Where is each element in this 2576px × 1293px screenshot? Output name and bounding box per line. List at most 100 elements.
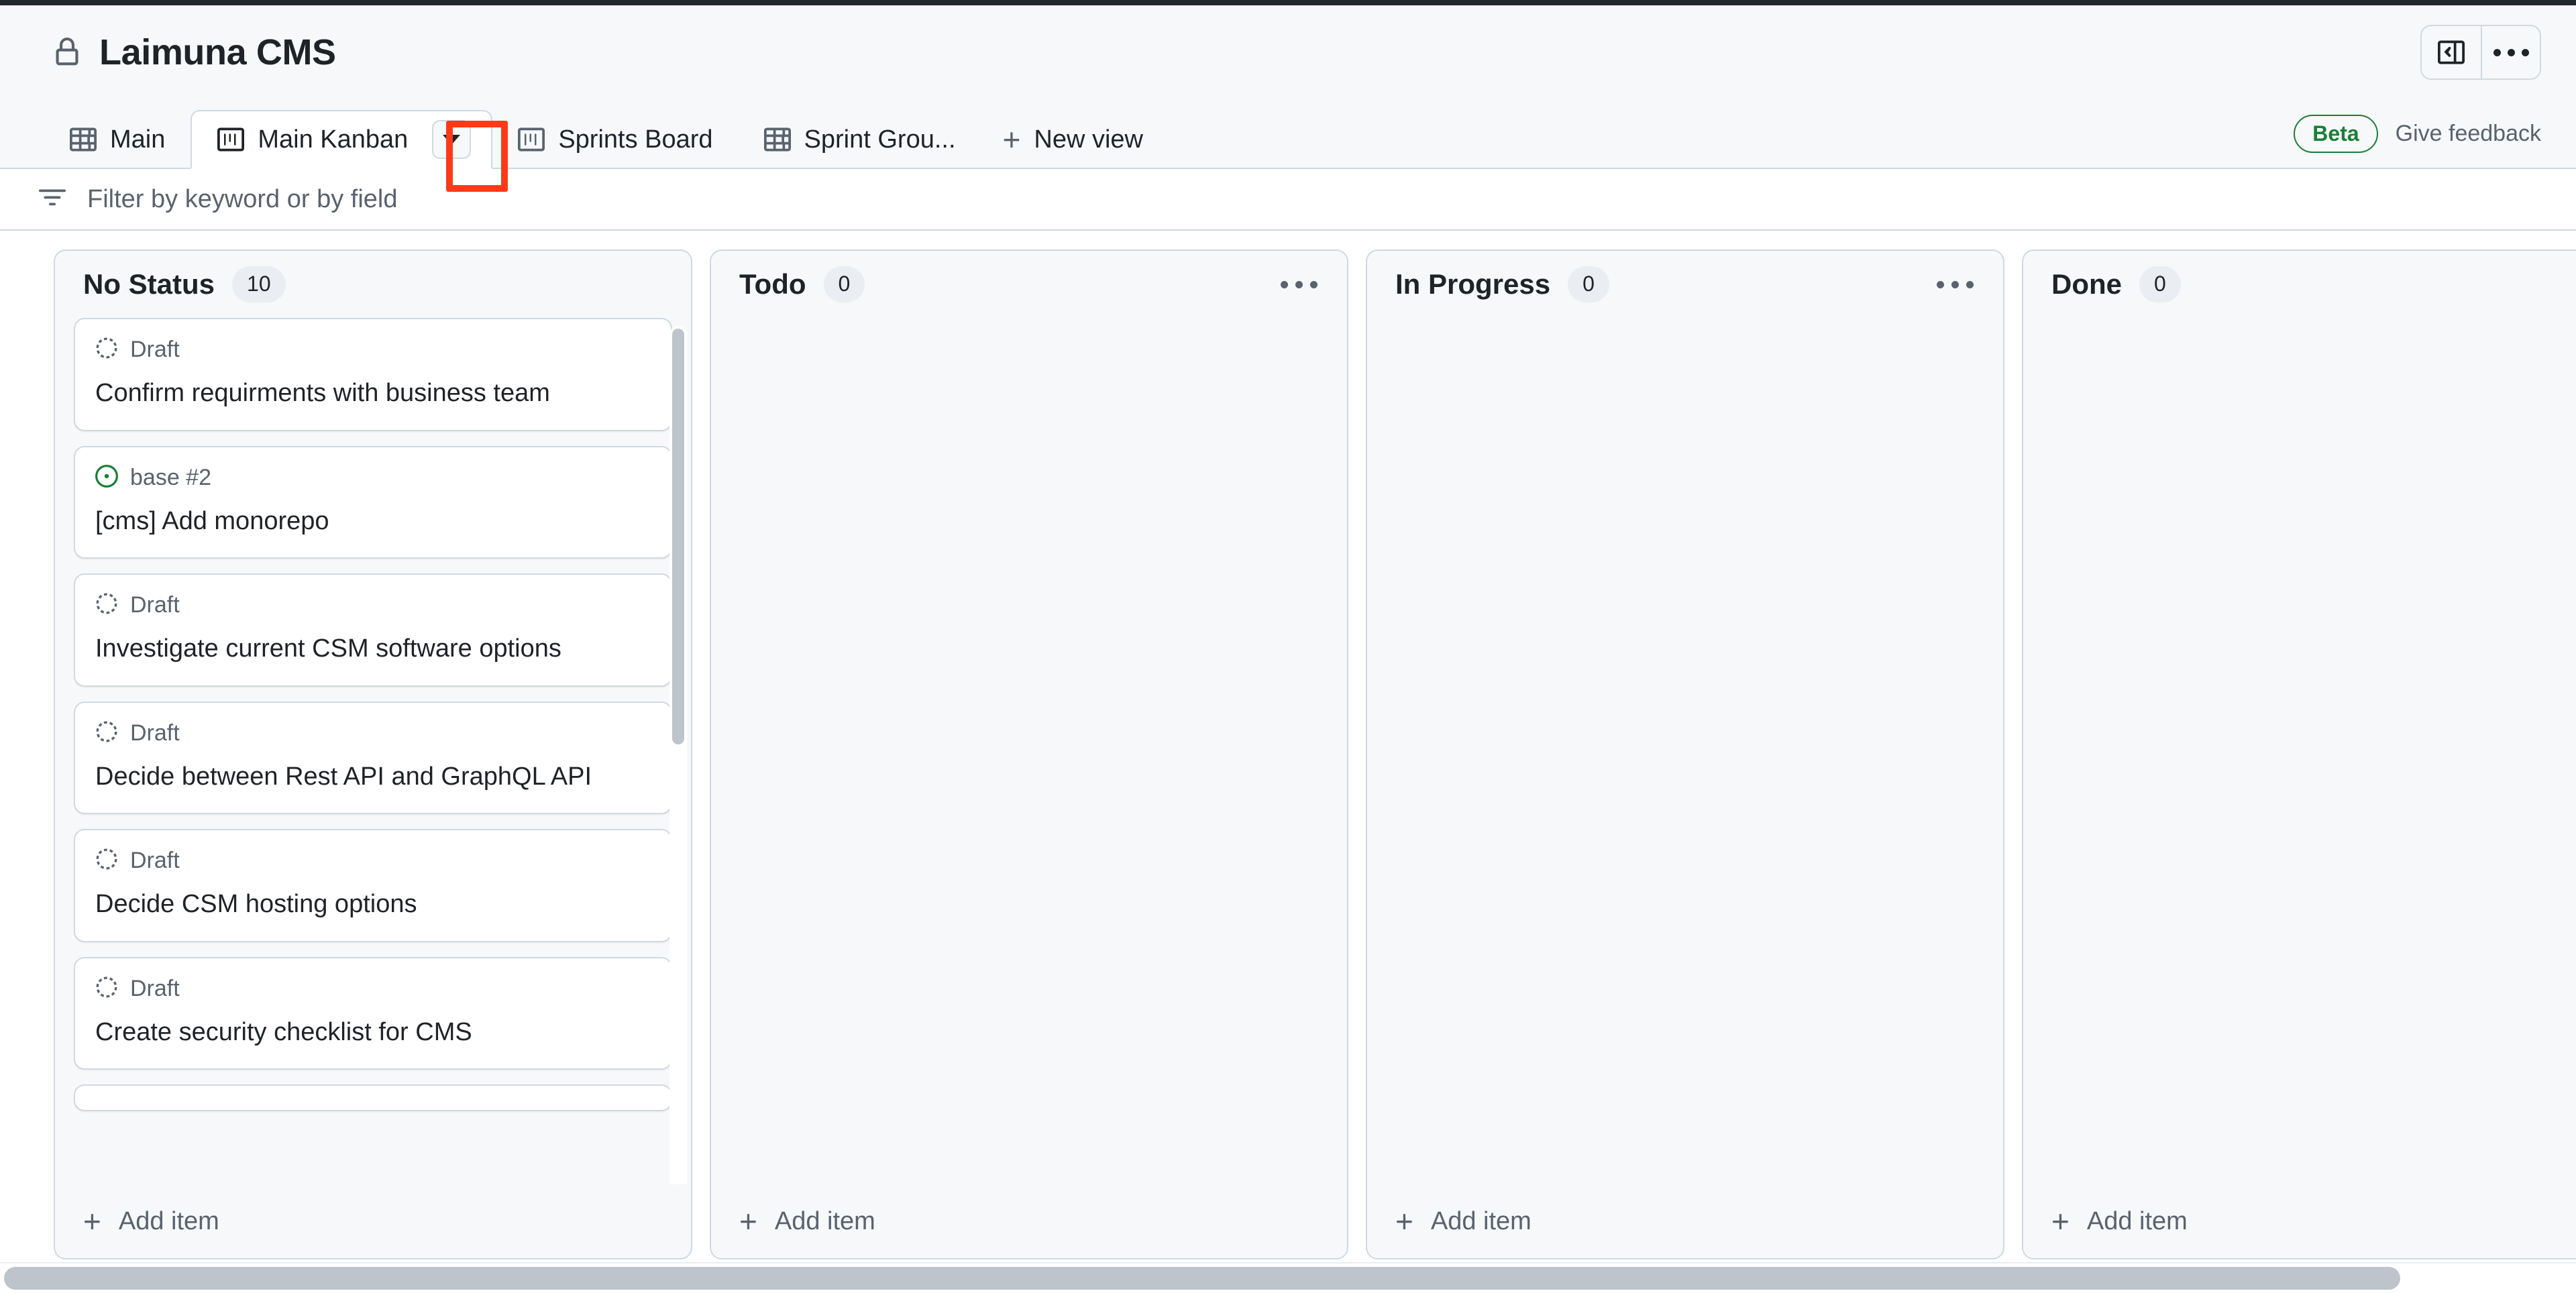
card-meta-label: base #2 [130, 464, 211, 490]
draft-issue-icon [95, 720, 118, 746]
tab-main-label: Main [110, 125, 166, 154]
column-vertical-scrollbar[interactable] [669, 326, 687, 1184]
kebab-horizontal-icon [2493, 48, 2529, 56]
column-count-badge: 0 [2139, 266, 2181, 302]
board-column-in-progress: In Progress 0 + Add item [1366, 249, 2004, 1259]
column-title: In Progress [1395, 268, 1551, 300]
card-meta-label: Draft [130, 592, 180, 618]
tab-sprints-board-label: Sprints Board [558, 125, 713, 154]
beta-badge: Beta [2294, 114, 2378, 153]
column-menu-button[interactable] [1277, 272, 1322, 298]
new-view-button[interactable]: + New view [981, 110, 1165, 169]
card-meta-label: Draft [130, 848, 180, 873]
tab-sprint-grouped-label: Sprint Grou... [804, 125, 956, 154]
column-count-badge: 10 [232, 266, 286, 302]
column-cards-area [2023, 318, 2576, 1184]
filter-bar [0, 169, 2576, 231]
search-input[interactable] [87, 184, 892, 214]
tab-main-kanban[interactable]: Main Kanban [191, 110, 493, 169]
draft-issue-icon [95, 592, 118, 618]
view-tabs: Main Main Kanban Sprints Board Sprint Gr… [44, 99, 1165, 169]
card-title: Decide between Rest API and GraphQL API [95, 762, 592, 791]
new-view-label: New view [1034, 125, 1144, 154]
column-cards-area: Draft Confirm requirments with business … [55, 318, 691, 1184]
column-scrollbar-thumb[interactable] [672, 329, 684, 744]
add-item-label: Add item [2086, 1206, 2188, 1235]
board-view-icon [217, 126, 245, 153]
plus-icon: + [1002, 122, 1021, 157]
tabbar-right-group: Beta Give feedback [2294, 114, 2541, 169]
tab-dropdown-caret-button[interactable] [432, 120, 472, 159]
draft-issue-icon [95, 976, 118, 1002]
card-title: Create security checklist for CMS [95, 1017, 472, 1046]
project-board-app: Laimuna CMS Main Main Kanban Sprints Boa… [0, 0, 2576, 1293]
board-card[interactable]: base #2 [cms] Add monorepo [74, 445, 672, 559]
board-card[interactable]: Draft Confirm requirments with business … [74, 318, 672, 431]
board-scrollbar-thumb[interactable] [4, 1267, 2400, 1290]
board-view-icon [518, 126, 545, 153]
filter-icon[interactable] [39, 184, 66, 215]
column-header: No Status 10 [55, 251, 691, 318]
column-header: In Progress 0 [1367, 251, 2003, 318]
card-list: Draft Confirm requirments with business … [74, 318, 672, 1111]
add-item-button[interactable]: + Add item [711, 1184, 1347, 1258]
board-column-no-status: No Status 10 Draft Confirm requirments w… [54, 249, 692, 1259]
kanban-board: No Status 10 Draft Confirm requirments w… [0, 231, 2576, 1261]
board-card[interactable]: Draft Create security checklist for CMS [74, 956, 672, 1070]
add-item-button[interactable]: + Add item [1367, 1184, 2003, 1258]
card-meta: Draft [95, 337, 651, 363]
column-count-badge: 0 [823, 266, 865, 302]
card-meta: Draft [95, 720, 651, 746]
add-item-button[interactable]: + Add item [55, 1184, 691, 1258]
column-count-badge: 0 [1568, 266, 1609, 302]
table-view-icon [763, 126, 791, 153]
project-more-options-button[interactable] [2481, 26, 2540, 78]
add-item-label: Add item [1430, 1206, 1532, 1235]
sidebar-collapse-icon-button[interactable] [2422, 26, 2481, 78]
column-menu-button[interactable] [1933, 272, 1978, 298]
tab-main-kanban-label: Main Kanban [258, 125, 409, 154]
column-header: Todo 0 [711, 251, 1347, 318]
plus-icon: + [1395, 1204, 1413, 1239]
column-title: Done [2051, 268, 2122, 300]
tab-main[interactable]: Main [44, 110, 191, 169]
board-card-partial[interactable] [74, 1084, 672, 1111]
add-item-label: Add item [118, 1206, 219, 1235]
board-card[interactable]: Draft Decide CSM hosting options [74, 829, 672, 942]
column-cards-area [711, 318, 1347, 1184]
add-item-label: Add item [774, 1206, 875, 1235]
board-card[interactable]: Draft Investigate current CSM software o… [74, 573, 672, 687]
board-column-todo: Todo 0 + Add item [710, 249, 1348, 1259]
sidebar-collapse-icon [2438, 39, 2465, 66]
card-meta: Draft [95, 848, 651, 874]
tab-sprints-board[interactable]: Sprints Board [492, 110, 738, 169]
header-actions-group [2420, 25, 2541, 80]
triangle-down-icon [443, 134, 461, 145]
card-meta: base #2 [95, 464, 651, 491]
table-view-icon [70, 126, 97, 153]
plus-icon: + [83, 1204, 101, 1239]
add-item-button[interactable]: + Add item [2023, 1184, 2576, 1258]
board-card[interactable]: Draft Decide between Rest API and GraphQ… [74, 701, 672, 814]
plus-icon: + [2051, 1204, 2070, 1239]
card-meta-label: Draft [130, 337, 180, 362]
give-feedback-link[interactable]: Give feedback [2396, 121, 2541, 147]
card-title: Investigate current CSM software options [95, 634, 561, 663]
page-title: Laimuna CMS [99, 32, 336, 72]
card-meta-label: Draft [130, 720, 180, 746]
view-tabbar: Main Main Kanban Sprints Board Sprint Gr… [0, 99, 2576, 169]
tab-sprint-grouped[interactable]: Sprint Grou... [739, 110, 981, 169]
column-header: Done 0 [2023, 251, 2576, 318]
kebab-horizontal-icon [1281, 280, 1288, 288]
plus-icon: + [739, 1204, 757, 1239]
column-cards-area [1367, 318, 2003, 1184]
open-issue-icon [95, 464, 118, 491]
window-top-bar [0, 0, 2576, 5]
column-title: No Status [83, 268, 215, 300]
project-title-group: Laimuna CMS [52, 34, 336, 70]
board-horizontal-scrollbar[interactable] [0, 1262, 2576, 1293]
lock-icon [52, 38, 82, 67]
card-meta-label: Draft [130, 975, 180, 1001]
board-column-done: Done 0 + Add item [2022, 249, 2576, 1259]
column-title: Todo [739, 268, 806, 300]
